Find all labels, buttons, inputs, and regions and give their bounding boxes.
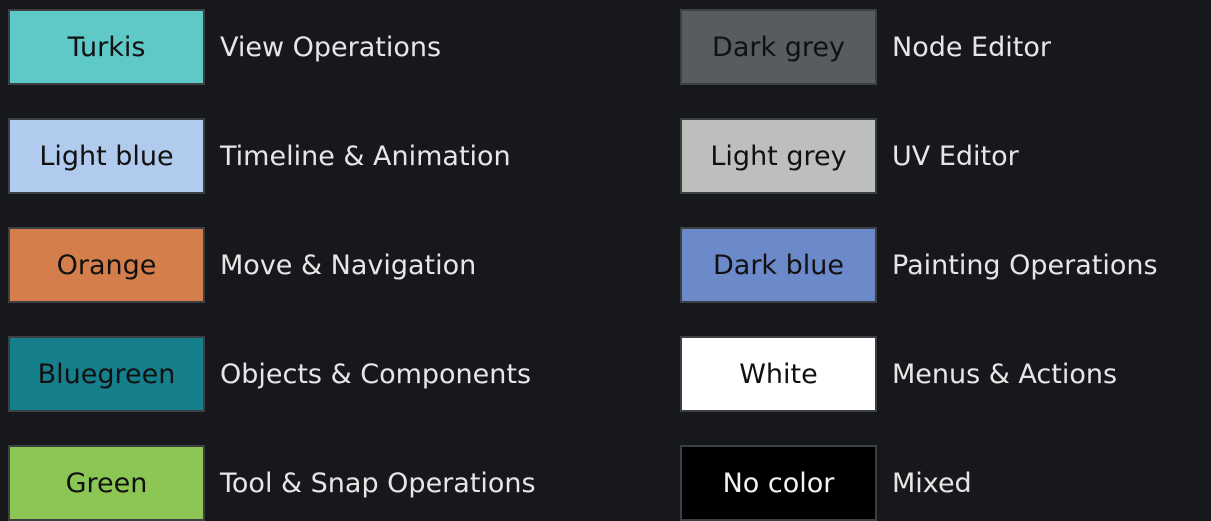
legend-entry-light-grey: Light grey UV Editor	[680, 118, 1019, 194]
legend-entry-green: Green Tool & Snap Operations	[8, 445, 536, 521]
color-swatch-bluegreen: Bluegreen	[8, 336, 205, 412]
legend-entry-light-blue: Light blue Timeline & Animation	[8, 118, 511, 194]
color-swatch-dark-blue: Dark blue	[680, 227, 877, 303]
legend-description: Move & Navigation	[220, 249, 477, 281]
color-legend: Turkis View Operations Light blue Timeli…	[0, 0, 1211, 521]
legend-description: Objects & Components	[220, 358, 532, 390]
color-swatch-turkis: Turkis	[8, 9, 205, 85]
color-swatch-white: White	[680, 336, 877, 412]
color-swatch-light-grey: Light grey	[680, 118, 877, 194]
legend-entry-white: White Menus & Actions	[680, 336, 1117, 412]
legend-entry-bluegreen: Bluegreen Objects & Components	[8, 336, 531, 412]
legend-entry-no-color: No color Mixed	[680, 445, 972, 521]
legend-description: Painting Operations	[892, 249, 1158, 281]
color-swatch-dark-grey: Dark grey	[680, 9, 877, 85]
legend-entry-dark-grey: Dark grey Node Editor	[680, 9, 1051, 85]
legend-description: Mixed	[892, 467, 972, 499]
legend-description: UV Editor	[892, 140, 1019, 172]
legend-entry-turkis: Turkis View Operations	[8, 9, 441, 85]
legend-description: Node Editor	[892, 31, 1051, 63]
legend-description: View Operations	[220, 31, 442, 63]
color-swatch-orange: Orange	[8, 227, 205, 303]
legend-description: Menus & Actions	[892, 358, 1118, 390]
legend-entry-dark-blue: Dark blue Painting Operations	[680, 227, 1158, 303]
legend-description: Tool & Snap Operations	[220, 467, 536, 499]
color-swatch-green: Green	[8, 445, 205, 521]
color-swatch-light-blue: Light blue	[8, 118, 205, 194]
legend-description: Timeline & Animation	[220, 140, 511, 172]
color-swatch-no-color: No color	[680, 445, 877, 521]
legend-entry-orange: Orange Move & Navigation	[8, 227, 476, 303]
